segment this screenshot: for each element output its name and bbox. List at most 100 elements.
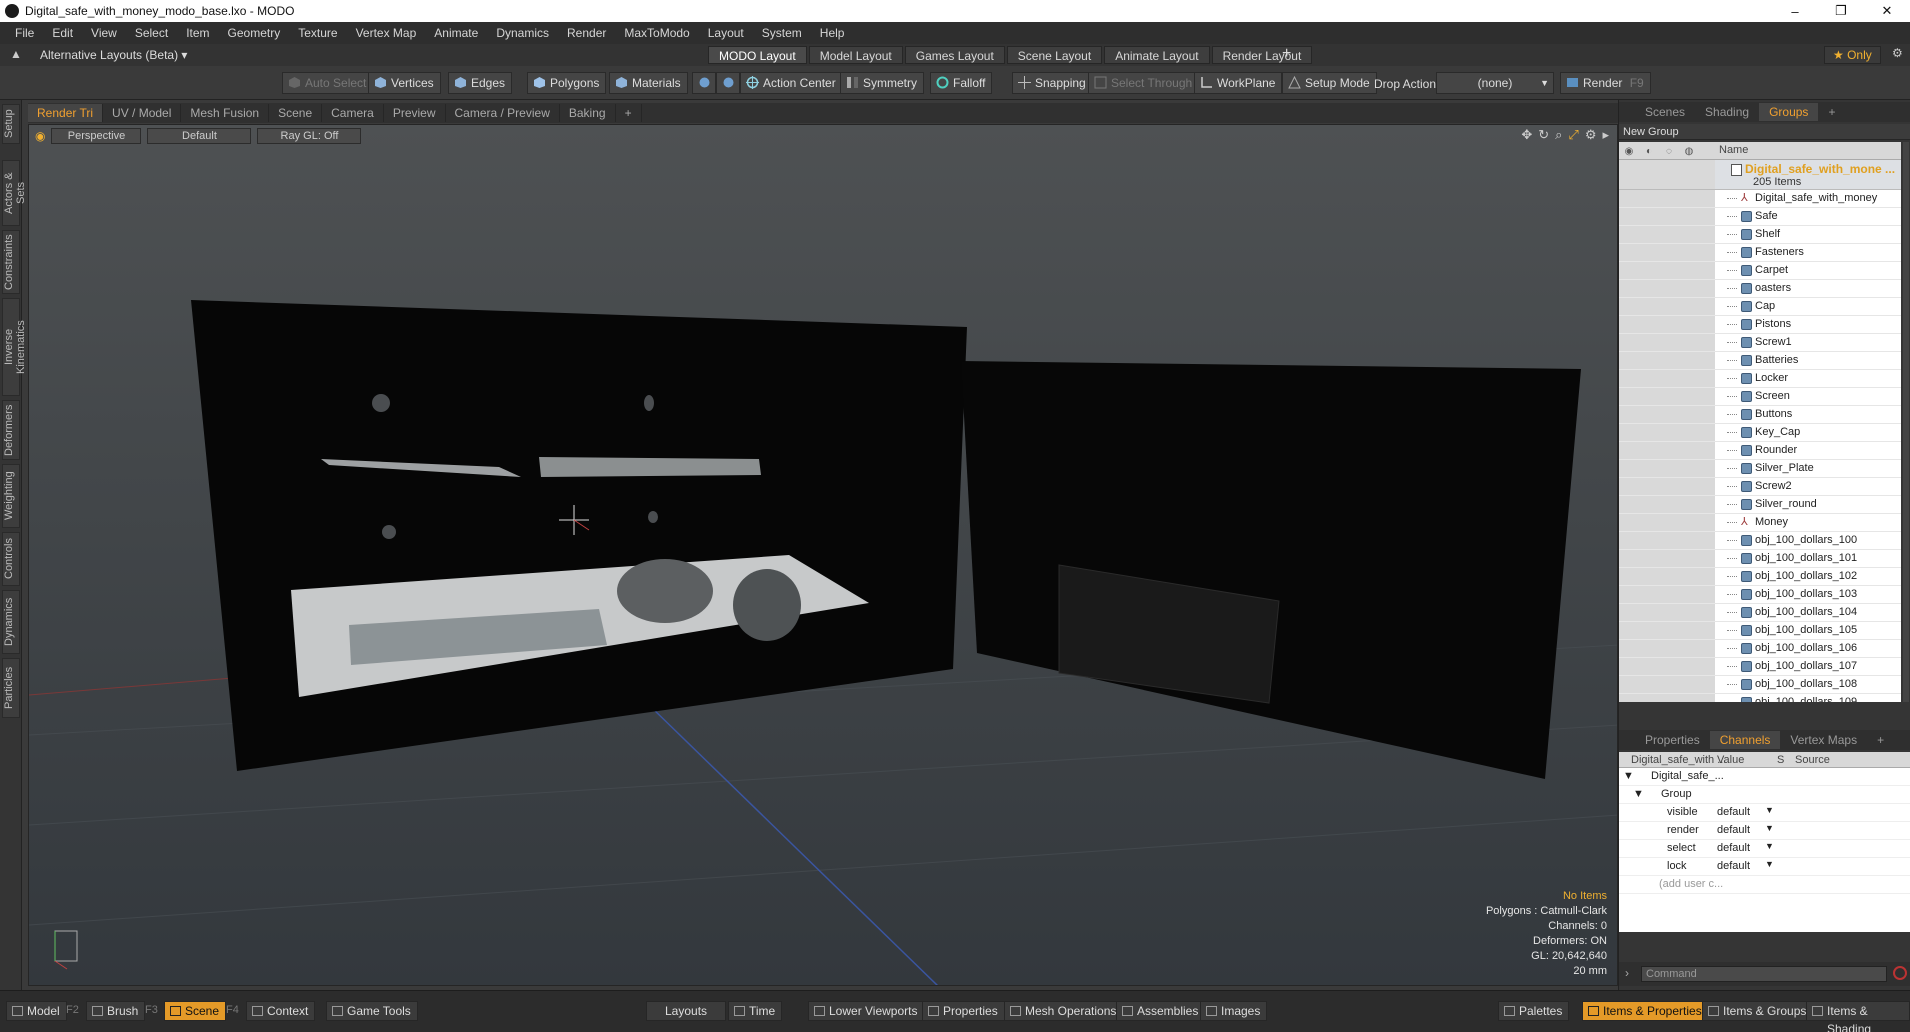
- menu-system[interactable]: System: [753, 26, 811, 40]
- add-layout-tab-button[interactable]: +: [1282, 45, 1291, 63]
- menu-edit[interactable]: Edit: [43, 26, 82, 40]
- tab-vertex-maps[interactable]: Vertex Maps: [1780, 731, 1867, 749]
- group-list-item[interactable]: Buttons: [1619, 406, 1901, 424]
- group-list-item[interactable]: Safe: [1619, 208, 1901, 226]
- menu-vertex-map[interactable]: Vertex Map: [347, 26, 426, 40]
- time-button[interactable]: Time: [728, 1001, 783, 1021]
- group-list-item[interactable]: obj_100_dollars_109: [1619, 694, 1901, 702]
- action-center-button[interactable]: Action Center: [740, 72, 843, 94]
- select-mode-a-button[interactable]: [692, 72, 716, 94]
- model-button[interactable]: Model: [6, 1001, 67, 1021]
- expand-icon[interactable]: ▼: [1633, 788, 1644, 800]
- group-list-item[interactable]: Locker: [1619, 370, 1901, 388]
- workplane-button[interactable]: WorkPlane: [1194, 72, 1283, 94]
- vtab-setup[interactable]: Setup: [2, 104, 20, 144]
- only-toggle[interactable]: ★ Only: [1824, 46, 1881, 64]
- auto-select-button[interactable]: Auto Select: [282, 72, 374, 94]
- tab-properties[interactable]: Properties: [1635, 731, 1710, 749]
- group-list-item[interactable]: ⅄ Money: [1619, 514, 1901, 532]
- tab-camera[interactable]: Camera: [322, 104, 384, 122]
- channels-list[interactable]: Digital_safe_with ... Value S Source ▼ D…: [1619, 752, 1910, 932]
- tab-scenes[interactable]: Scenes: [1635, 103, 1695, 121]
- vtab-controls[interactable]: Controls: [2, 532, 20, 586]
- chevron-down-icon[interactable]: ▼: [1765, 841, 1774, 851]
- group-list-item[interactable]: Silver_Plate: [1619, 460, 1901, 478]
- add-properties-tab-button[interactable]: +: [1867, 731, 1894, 749]
- menu-texture[interactable]: Texture: [289, 26, 346, 40]
- falloff-button[interactable]: Falloff: [930, 72, 993, 94]
- menu-dynamics[interactable]: Dynamics: [487, 26, 558, 40]
- vtab-weighting[interactable]: Weighting: [2, 464, 20, 528]
- gear-icon[interactable]: ⚙: [1585, 127, 1597, 143]
- tab-scene-layout[interactable]: Scene Layout: [1006, 46, 1103, 64]
- items-groups-button[interactable]: Items & Groups: [1702, 1001, 1814, 1021]
- group-list-item[interactable]: Key_Cap: [1619, 424, 1901, 442]
- menu-select[interactable]: Select: [126, 26, 177, 40]
- group-list-item[interactable]: Screen: [1619, 388, 1901, 406]
- palettes-button[interactable]: Palettes: [1498, 1001, 1570, 1021]
- close-button[interactable]: ✕: [1864, 0, 1910, 22]
- vtab-particles[interactable]: Particles: [2, 658, 20, 718]
- record-icon[interactable]: [1893, 966, 1907, 980]
- tab-games-layout[interactable]: Games Layout: [904, 46, 1005, 64]
- materials-button[interactable]: Materials: [609, 72, 688, 94]
- tab-scene[interactable]: Scene: [269, 104, 323, 122]
- group-list-item[interactable]: Rounder: [1619, 442, 1901, 460]
- render-toggle-icon[interactable]: ◐: [1639, 142, 1659, 160]
- add-viewport-tab-button[interactable]: +: [616, 104, 642, 122]
- command-input[interactable]: Command: [1641, 966, 1887, 982]
- group-list-item[interactable]: Pistons: [1619, 316, 1901, 334]
- restore-button[interactable]: ❐: [1818, 0, 1864, 22]
- context-button[interactable]: Context: [246, 1001, 316, 1021]
- menu-layout[interactable]: Layout: [699, 26, 753, 40]
- lock-icon[interactable]: ◍: [1679, 142, 1699, 160]
- tab-modo-layout[interactable]: MODO Layout: [708, 46, 807, 64]
- tab-camera-preview[interactable]: Camera / Preview: [446, 104, 560, 122]
- items-properties-button[interactable]: Items & Properties: [1582, 1001, 1709, 1021]
- group-list-item[interactable]: obj_100_dollars_103: [1619, 586, 1901, 604]
- vertices-button[interactable]: Vertices: [368, 72, 441, 94]
- expand-icon[interactable]: ▼: [1623, 770, 1634, 782]
- groups-list[interactable]: ◉ ◐ ◌ ◍ Name Digital_safe_with_mone ... …: [1619, 142, 1901, 702]
- group-list-item[interactable]: obj_100_dollars_100: [1619, 532, 1901, 550]
- mesh-operations-button[interactable]: Mesh Operations: [1004, 1001, 1124, 1021]
- select-mode-b-button[interactable]: [716, 72, 740, 94]
- tab-animate-layout[interactable]: Animate Layout: [1104, 46, 1210, 64]
- channel-row-render[interactable]: render default ▼: [1619, 822, 1910, 840]
- group-list-item[interactable]: Fasteners: [1619, 244, 1901, 262]
- game-tools-button[interactable]: Game Tools: [326, 1001, 418, 1021]
- vtab-actors-sets[interactable]: Actors & Sets: [2, 160, 27, 226]
- channel-row-select[interactable]: select default ▼: [1619, 840, 1910, 858]
- properties-button[interactable]: Properties: [922, 1001, 1005, 1021]
- group-list-item[interactable]: obj_100_dollars_108: [1619, 676, 1901, 694]
- group-root-row[interactable]: Digital_safe_with_mone ... 205 Items: [1619, 160, 1901, 190]
- arrow-right-icon[interactable]: ▸: [1602, 127, 1609, 143]
- scene-button[interactable]: Scene: [164, 1001, 227, 1021]
- eye-icon[interactable]: ◉: [1619, 142, 1639, 160]
- menu-render[interactable]: Render: [558, 26, 615, 40]
- snapping-button[interactable]: Snapping: [1012, 72, 1093, 94]
- vtab-inverse-kinematics[interactable]: Inverse Kinematics: [2, 298, 27, 396]
- drop-action-select[interactable]: (none) ▼: [1436, 72, 1554, 94]
- viewport-menu-icon[interactable]: ◉: [35, 129, 45, 143]
- fit-icon[interactable]: ⤢: [1568, 127, 1578, 143]
- minimize-button[interactable]: –: [1772, 0, 1818, 22]
- menu-maxtomodo[interactable]: MaxToModo: [615, 26, 698, 40]
- alternative-layouts-dropdown[interactable]: Alternative Layouts (Beta) ▾: [40, 48, 187, 62]
- group-list-item[interactable]: obj_100_dollars_106: [1619, 640, 1901, 658]
- chevron-down-icon[interactable]: ▼: [1765, 859, 1774, 869]
- group-list-item[interactable]: Screw2: [1619, 478, 1901, 496]
- setup-mode-button[interactable]: Setup Mode: [1282, 72, 1377, 94]
- group-list-item[interactable]: Shelf: [1619, 226, 1901, 244]
- edges-button[interactable]: Edges: [448, 72, 513, 94]
- group-list-item[interactable]: obj_100_dollars_107: [1619, 658, 1901, 676]
- group-list-item[interactable]: obj_100_dollars_101: [1619, 550, 1901, 568]
- layout-collapse-icon[interactable]: ▲: [10, 47, 22, 61]
- select-toggle-icon[interactable]: ◌: [1659, 142, 1679, 160]
- channel-item-row[interactable]: ▼ Digital_safe_...: [1619, 768, 1910, 786]
- tab-model-layout[interactable]: Model Layout: [808, 46, 903, 64]
- polygons-button[interactable]: Polygons: [527, 72, 607, 94]
- raygl-toggle[interactable]: Ray GL: Off: [257, 128, 362, 144]
- select-through-button[interactable]: Select Through: [1088, 72, 1200, 94]
- add-user-channel[interactable]: (add user c...: [1619, 876, 1910, 894]
